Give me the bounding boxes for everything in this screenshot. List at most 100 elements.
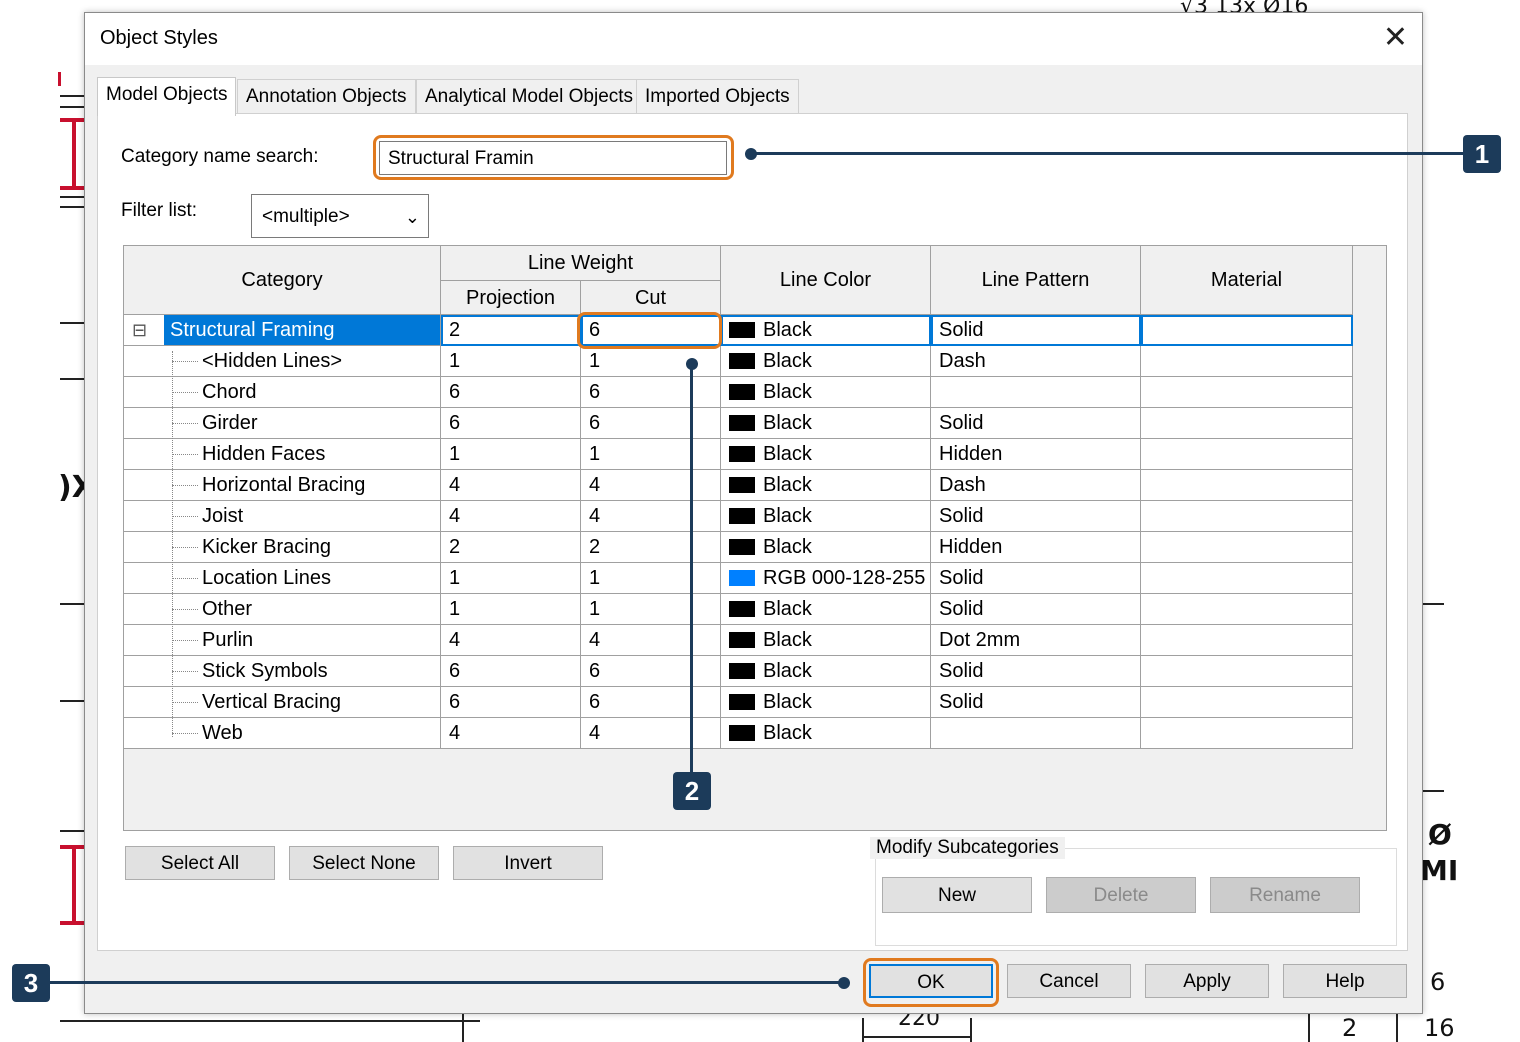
cell-cut[interactable]: 6 [581, 656, 721, 687]
cell-material[interactable] [1141, 315, 1353, 346]
table-row[interactable]: Joist 4 4 Black Solid [124, 501, 1353, 532]
cell-cut[interactable]: 4 [581, 625, 721, 656]
cell-color[interactable]: Black [721, 718, 931, 749]
cell-projection[interactable]: 1 [441, 439, 581, 470]
table-row[interactable]: Chord 6 6 Black [124, 377, 1353, 408]
cell-pattern[interactable]: Hidden [931, 439, 1141, 470]
header-material[interactable]: Material [1141, 246, 1353, 315]
cell-projection[interactable]: 4 [441, 718, 581, 749]
cell-pattern[interactable]: Solid [931, 687, 1141, 718]
table-row[interactable]: Girder 6 6 Black Solid [124, 408, 1353, 439]
table-row[interactable]: Other 1 1 Black Solid [124, 594, 1353, 625]
close-icon[interactable]: ✕ [1383, 21, 1408, 55]
tab-model-objects[interactable]: Model Objects [97, 77, 237, 116]
cell-material[interactable] [1141, 625, 1353, 656]
cell-projection[interactable]: 1 [441, 563, 581, 594]
cell-material[interactable] [1141, 594, 1353, 625]
delete-button[interactable]: Delete [1046, 877, 1196, 913]
table-row[interactable]: Stick Symbols 6 6 Black Solid [124, 656, 1353, 687]
cell-pattern[interactable]: Solid [931, 563, 1141, 594]
filter-list-select[interactable]: <multiple> ⌄ [251, 194, 429, 238]
cancel-button[interactable]: Cancel [1007, 964, 1131, 998]
cell-material[interactable] [1141, 408, 1353, 439]
cell-material[interactable] [1141, 439, 1353, 470]
cell-color[interactable]: Black [721, 439, 931, 470]
select-all-button[interactable]: Select All [125, 846, 275, 880]
cell-projection[interactable]: 2 [441, 315, 581, 346]
cell-material[interactable] [1141, 687, 1353, 718]
cell-projection[interactable]: 6 [441, 656, 581, 687]
cell-cut[interactable]: 1 [581, 594, 721, 625]
cell-projection[interactable]: 6 [441, 687, 581, 718]
cell-material[interactable] [1141, 532, 1353, 563]
cell-projection[interactable]: 4 [441, 501, 581, 532]
header-line-pattern[interactable]: Line Pattern [931, 246, 1141, 315]
cell-projection[interactable]: 1 [441, 594, 581, 625]
cell-color[interactable]: Black [721, 501, 931, 532]
cell-cut[interactable]: 6 [581, 687, 721, 718]
cell-pattern[interactable]: Solid [931, 594, 1141, 625]
table-row[interactable]: Hidden Faces 1 1 Black Hidden [124, 439, 1353, 470]
cell-projection[interactable]: 6 [441, 377, 581, 408]
cell-cut[interactable]: 4 [581, 501, 721, 532]
cell-pattern[interactable]: Solid [931, 315, 1141, 346]
cell-projection[interactable]: 2 [441, 532, 581, 563]
table-row[interactable]: Vertical Bracing 6 6 Black Solid [124, 687, 1353, 718]
cell-pattern[interactable]: Solid [931, 501, 1141, 532]
new-button[interactable]: New [882, 877, 1032, 913]
header-projection[interactable]: Projection [441, 281, 581, 315]
table-row[interactable]: Web 4 4 Black [124, 718, 1353, 749]
tab-imported-objects[interactable]: Imported Objects [636, 79, 799, 114]
header-category[interactable]: Category [124, 246, 441, 315]
cell-projection[interactable]: 4 [441, 625, 581, 656]
cell-cut[interactable]: 4 [581, 470, 721, 501]
cell-cut[interactable]: 1 [581, 439, 721, 470]
cell-color[interactable]: RGB 000-128-255 [721, 563, 931, 594]
cell-color[interactable]: Black [721, 687, 931, 718]
cell-material[interactable] [1141, 377, 1353, 408]
cell-color[interactable]: Black [721, 470, 931, 501]
cell-color[interactable]: Black [721, 656, 931, 687]
cell-color[interactable]: Black [721, 315, 931, 346]
cell-cut[interactable]: 4 [581, 718, 721, 749]
cell-cut[interactable]: 2 [581, 532, 721, 563]
cell-material[interactable] [1141, 656, 1353, 687]
cell-projection[interactable]: 6 [441, 408, 581, 439]
cell-pattern[interactable]: Dash [931, 470, 1141, 501]
cell-color[interactable]: Black [721, 346, 931, 377]
cell-material[interactable] [1141, 718, 1353, 749]
cell-pattern[interactable]: Dash [931, 346, 1141, 377]
cell-cut[interactable]: 1 [581, 563, 721, 594]
cell-material[interactable] [1141, 501, 1353, 532]
cell-pattern[interactable]: Solid [931, 408, 1141, 439]
select-none-button[interactable]: Select None [289, 846, 439, 880]
cell-material[interactable] [1141, 346, 1353, 377]
table-row[interactable]: ⊟ Structural Framing 2 6 Black Solid [124, 315, 1353, 346]
cell-projection[interactable]: 4 [441, 470, 581, 501]
tab-annotation-objects[interactable]: Annotation Objects [237, 79, 416, 114]
tab-analytical-model-objects[interactable]: Analytical Model Objects [416, 79, 643, 114]
table-row[interactable]: Kicker Bracing 2 2 Black Hidden [124, 532, 1353, 563]
invert-button[interactable]: Invert [453, 846, 603, 880]
cell-cut[interactable]: 6 [581, 408, 721, 439]
cell-cut[interactable]: 1 [581, 346, 721, 377]
cell-cut[interactable]: 6 [581, 377, 721, 408]
cell-pattern[interactable]: Solid [931, 656, 1141, 687]
cell-pattern[interactable]: Dot 2mm [931, 625, 1141, 656]
cell-projection[interactable]: 1 [441, 346, 581, 377]
table-row[interactable]: <Hidden Lines> 1 1 Black Dash [124, 346, 1353, 377]
header-cut[interactable]: Cut [581, 281, 721, 315]
apply-button[interactable]: Apply [1145, 964, 1269, 998]
help-button[interactable]: Help [1283, 964, 1407, 998]
collapse-icon[interactable]: ⊟ [132, 315, 147, 345]
cell-pattern[interactable] [931, 377, 1141, 408]
cell-pattern[interactable]: Hidden [931, 532, 1141, 563]
header-line-color[interactable]: Line Color [721, 246, 931, 315]
cell-color[interactable]: Black [721, 594, 931, 625]
cell-material[interactable] [1141, 563, 1353, 594]
rename-button[interactable]: Rename [1210, 877, 1360, 913]
cell-material[interactable] [1141, 470, 1353, 501]
table-row[interactable]: Purlin 4 4 Black Dot 2mm [124, 625, 1353, 656]
cell-color[interactable]: Black [721, 532, 931, 563]
cell-pattern[interactable] [931, 718, 1141, 749]
